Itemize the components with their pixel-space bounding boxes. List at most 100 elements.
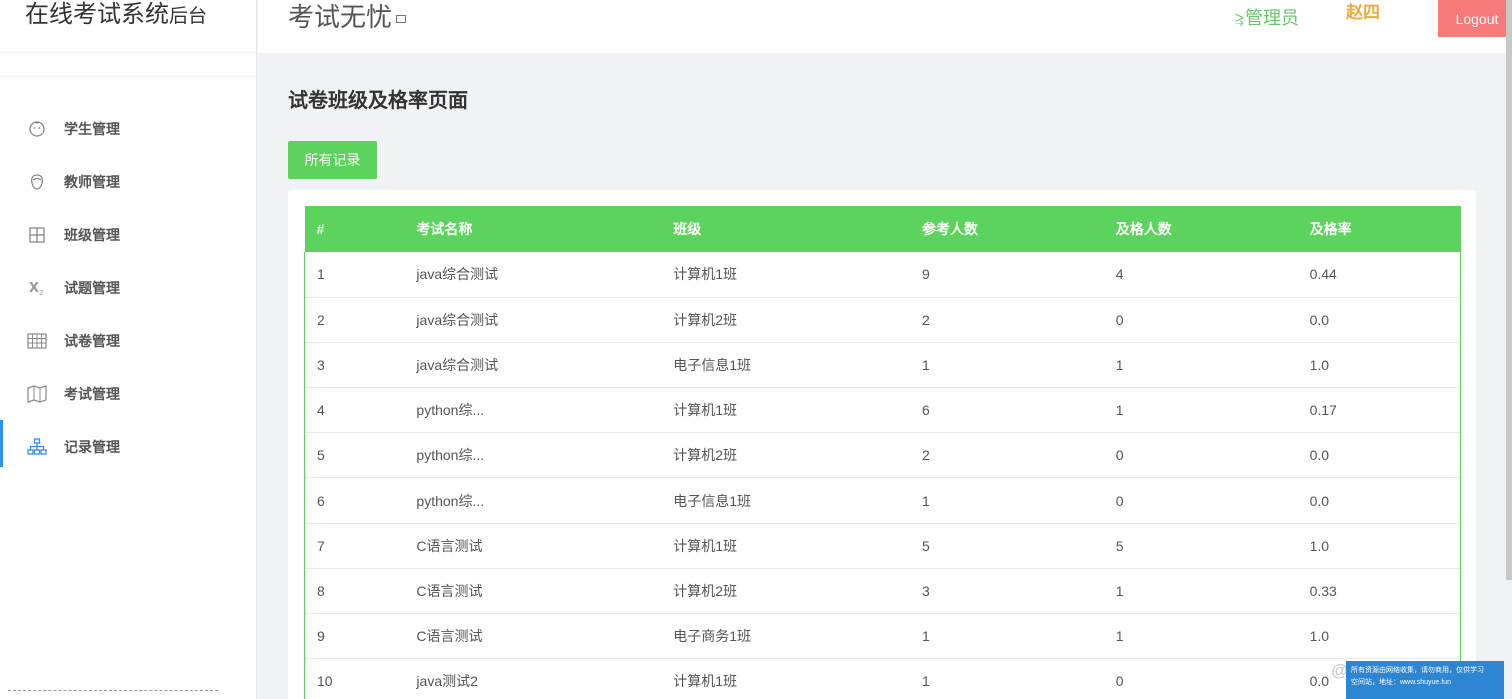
sidebar-item-label: 班级管理 (64, 226, 120, 243)
table-cell: 9 (304, 613, 405, 659)
role-link[interactable]: ⥸管理员 (1235, 4, 1299, 30)
table-cell: 2 (921, 311, 930, 328)
table-cell: 7 (304, 523, 405, 569)
table-cell: 5 (921, 537, 930, 554)
table-cell: 计算机2班 (673, 311, 737, 328)
table-header-row: # 考试名称 班级 参考人数 及格人数 及格率 (304, 206, 1461, 252)
table-row[interactable]: 4 python综... 计算机1班 6 1 0.17 (304, 387, 1461, 433)
sidebar-item-classes[interactable]: 班级管理 (0, 208, 257, 261)
table-cell: java综合测试 (416, 266, 499, 283)
sidebar-item-label: 试题管理 (64, 279, 120, 296)
sidebar-item-papers[interactable]: 试卷管理 (0, 314, 257, 367)
sidebar-footer-divider (8, 690, 218, 699)
table-cell: 计算机1班 (673, 537, 737, 554)
table-cell: 1 (304, 252, 405, 298)
sidebar-item-teachers[interactable]: 教师管理 (0, 155, 257, 208)
table-cell: C语言测试 (416, 582, 483, 599)
sidebar-item-questions[interactable]: X2 试题管理 (0, 261, 257, 314)
table-cell: 5 (1115, 537, 1124, 554)
table-cell: 0.17 (1297, 387, 1461, 433)
watermark-badge: 所有资源由网络收集，请勿商用，仅供学习 空间站，地址：www.shuyue.fu… (1346, 661, 1504, 699)
table-row[interactable]: 8 C语言测试 计算机2班 3 1 0.33 (304, 568, 1461, 614)
role-label: 管理员 (1245, 8, 1300, 28)
app-title: 考试无忧 (288, 0, 407, 34)
scrollbar[interactable] (1506, 0, 1512, 580)
table-icon (27, 331, 47, 351)
table-cell: 0 (1115, 673, 1124, 690)
map-icon (27, 384, 47, 404)
table-row[interactable]: 5 python综... 计算机2班 2 0 0.0 (304, 432, 1461, 478)
column-header[interactable]: 班级 (661, 206, 910, 252)
column-header[interactable]: 及格率 (1298, 206, 1461, 252)
column-header[interactable]: # (305, 206, 405, 252)
table-cell: 0.44 (1297, 252, 1461, 298)
table-cell: 0.0 (1297, 297, 1461, 343)
table-row[interactable]: 1 java综合测试 计算机1班 9 4 0.44 (304, 252, 1461, 298)
sidebar: 在线考试系统 后台 学生管理 教师管理 班级管理 X2 试题管理 试卷管理 考试… (0, 0, 257, 699)
watermark-line: 空间站，地址：www.shuyue.fun (1351, 679, 1451, 686)
column-header[interactable]: 及格人数 (1104, 206, 1298, 252)
table-cell: C语言测试 (416, 628, 483, 645)
sitemap-icon (27, 437, 47, 457)
table-cell: 计算机1班 (673, 266, 737, 283)
table-cell: 0.0 (1297, 432, 1461, 478)
table-cell: 1 (921, 356, 930, 373)
table-cell: python综... (416, 492, 485, 509)
table-cell: java测试2 (416, 673, 478, 690)
envelope-icon (396, 15, 407, 24)
table-cell: 0 (1115, 311, 1124, 328)
table-row[interactable]: 10 java测试2 计算机1班 1 0 0.0 (304, 658, 1461, 699)
svg-text:2: 2 (39, 289, 43, 297)
brand-title: 在线考试系统 (25, 1, 169, 28)
table-cell: 1 (1115, 402, 1124, 419)
table-cell: 1 (1115, 356, 1124, 373)
logout-button[interactable]: Logout (1438, 0, 1512, 37)
table-row[interactable]: 6 python综... 电子信息1班 1 0 0.0 (304, 477, 1461, 524)
username[interactable]: 赵四 (1346, 0, 1380, 23)
column-header[interactable]: 考试名称 (404, 206, 661, 252)
sidebar-divider (0, 53, 256, 77)
table-cell: python综... (416, 447, 485, 464)
sidebar-item-exams[interactable]: 考试管理 (0, 367, 257, 420)
sidebar-item-label: 试卷管理 (64, 332, 120, 349)
table-cell: 0 (1115, 447, 1124, 464)
sidebar-item-students[interactable]: 学生管理 (0, 102, 257, 155)
table-cell: 5 (304, 432, 405, 478)
all-records-button[interactable]: 所有记录 (288, 141, 377, 179)
brand-suffix: 后台 (169, 6, 208, 27)
table-cell: 6 (921, 402, 930, 419)
brand: 在线考试系统 后台 (0, 0, 256, 53)
table-cell: java综合测试 (416, 311, 499, 328)
table-row[interactable]: 7 C语言测试 计算机1班 5 5 1.0 (304, 523, 1461, 569)
table-cell: 计算机1班 (673, 402, 737, 419)
table-row[interactable]: 9 C语言测试 电子商务1班 1 1 1.0 (304, 613, 1461, 659)
sidebar-item-label: 教师管理 (64, 173, 120, 190)
sidebar-item-records[interactable]: 记录管理 (0, 420, 257, 473)
teacher-icon (27, 172, 47, 192)
table-cell: 计算机2班 (673, 582, 737, 599)
column-header[interactable]: 参考人数 (910, 206, 1104, 252)
table-cell: 8 (304, 568, 405, 614)
table-cell: 0 (1115, 492, 1124, 509)
table-cell: 1.0 (1297, 342, 1461, 388)
subscript-icon: X2 (27, 278, 47, 298)
table-cell: 1.0 (1297, 613, 1461, 659)
table-cell: python综... (416, 402, 485, 419)
arrow-icon: ⥸ (1235, 11, 1245, 28)
svg-text:X: X (29, 281, 39, 296)
table-cell: 0.33 (1297, 568, 1461, 614)
sidebar-item-label: 记录管理 (64, 438, 120, 455)
table-cell: 3 (304, 342, 405, 388)
table-cell: C语言测试 (416, 537, 483, 554)
sidebar-item-label: 考试管理 (64, 385, 120, 402)
table-cell: 电子商务1班 (673, 628, 751, 645)
table-cell: 计算机1班 (673, 673, 737, 690)
sidebar-menu: 学生管理 教师管理 班级管理 X2 试题管理 试卷管理 考试管理 记录管理 (0, 102, 257, 473)
table-cell: 10 (304, 658, 405, 699)
table-cell: 4 (304, 387, 405, 433)
table-cell: 1 (1115, 628, 1124, 645)
table-row[interactable]: 3 java综合测试 电子信息1班 1 1 1.0 (304, 342, 1461, 388)
watermark-line: 所有资源由网络收集，请勿商用，仅供学习 (1351, 667, 1484, 674)
table-row[interactable]: 2 java综合测试 计算机2班 2 0 0.0 (304, 297, 1461, 343)
table-cell: java综合测试 (416, 356, 499, 373)
